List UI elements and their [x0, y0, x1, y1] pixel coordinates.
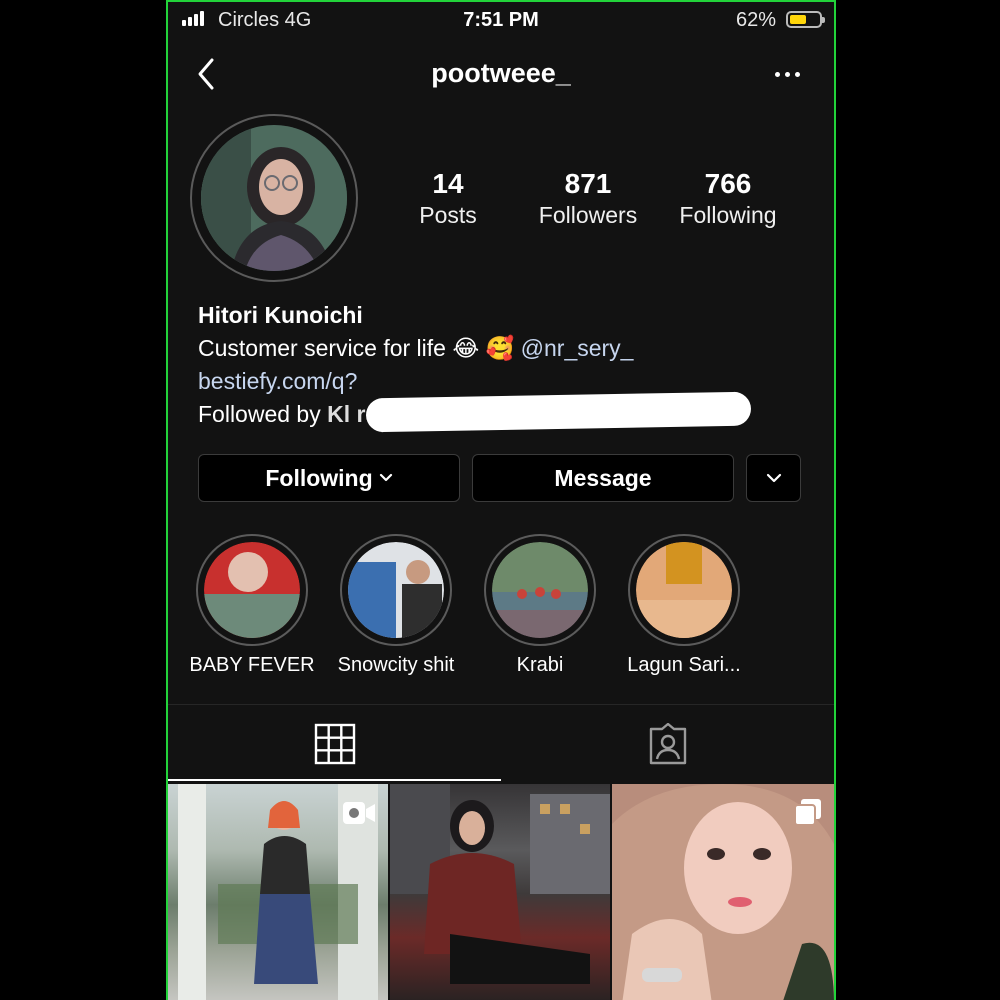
- highlight-ring: [628, 534, 740, 646]
- post-thumbnail[interactable]: [612, 784, 834, 1000]
- following-label: Following: [679, 202, 777, 228]
- following-stat[interactable]: 766 Following: [658, 168, 798, 229]
- display-name: Hitori Kunoichi: [198, 302, 363, 328]
- highlight-label: Snowcity shit: [337, 654, 455, 676]
- screenshot-stage: Circles 4G 7:51 PM 62% pootweee_ 14 Post…: [0, 0, 1000, 1000]
- carousel-icon: [794, 799, 821, 826]
- following-count: 766: [704, 168, 752, 199]
- highlight-ring: [340, 534, 452, 646]
- battery-icon: [786, 11, 825, 28]
- phone-screen: Circles 4G 7:51 PM 62% pootweee_ 14 Post…: [166, 0, 836, 1000]
- posts-count: 14: [432, 168, 464, 199]
- redaction-scribble: [365, 391, 752, 433]
- post-thumbnail[interactable]: [168, 784, 388, 1000]
- avatar-photo: [201, 125, 347, 271]
- avatar-ring[interactable]: [190, 114, 358, 282]
- grid-icon: [314, 723, 356, 765]
- message-button-label: Message: [554, 464, 652, 491]
- ellipsis-icon[interactable]: [775, 72, 800, 77]
- battery-level: [790, 15, 806, 24]
- followers-count: 871: [564, 168, 612, 199]
- highlight-snowcity[interactable]: Snowcity shit: [326, 534, 466, 677]
- profile-stats: 14 Posts 871 Followers 766 Following: [378, 168, 798, 238]
- highlight-label: BABY FEVER: [189, 654, 315, 676]
- suggested-accounts-button[interactable]: [746, 454, 801, 502]
- avatar: [201, 125, 347, 271]
- highlight-label: Lagun Sari...: [627, 654, 741, 676]
- highlight-cover: [636, 542, 732, 638]
- battery-percent: 62%: [735, 9, 776, 31]
- posts-label: Posts: [419, 202, 477, 228]
- chevron-down-icon: [766, 473, 781, 483]
- tab-posts-grid[interactable]: [168, 705, 501, 781]
- chevron-down-icon: [379, 473, 392, 482]
- followers-stat[interactable]: 871 Followers: [518, 168, 658, 229]
- bio-text: Customer service for life 😂 🥰 @nr_sery_: [198, 335, 818, 362]
- highlight-cover: [348, 542, 444, 638]
- highlight-lagun-sari[interactable]: Lagun Sari...: [614, 534, 754, 677]
- highlight-baby-fever[interactable]: BABY FEVER: [182, 534, 322, 677]
- post-thumbnail[interactable]: [390, 784, 610, 1000]
- highlight-label: Krabi: [516, 654, 564, 676]
- profile-bio: Hitori Kunoichi Customer service for lif…: [198, 302, 818, 433]
- highlight-krabi[interactable]: Krabi: [470, 534, 610, 677]
- bio-mention[interactable]: @nr_sery_: [521, 335, 634, 361]
- highlight-cover: [204, 542, 300, 638]
- profile-username: pootweee_: [431, 58, 571, 88]
- posts-stat[interactable]: 14 Posts: [378, 168, 518, 229]
- followers-label: Followers: [538, 202, 638, 228]
- bio-website-link[interactable]: bestiefy.com/q?: [198, 368, 818, 395]
- post-photo: [390, 784, 610, 984]
- highlight-ring: [196, 534, 308, 646]
- profile-header: pootweee_: [168, 46, 834, 106]
- followed-by-line[interactable]: Followed by Kl rs: [198, 391, 818, 433]
- highlight-cover: [492, 542, 588, 638]
- message-button[interactable]: Message: [472, 454, 734, 502]
- highlight-ring: [484, 534, 596, 646]
- tagged-person-icon: [649, 723, 687, 765]
- followed-by-prefix: Followed by: [198, 401, 321, 427]
- video-icon: [343, 802, 375, 824]
- bio-description: Customer service for life 😂 🥰: [198, 335, 515, 361]
- clock: 7:51 PM: [463, 9, 539, 31]
- following-button[interactable]: Following: [198, 454, 460, 502]
- status-bar: Circles 4G 7:51 PM 62%: [168, 2, 834, 38]
- following-button-label: Following: [265, 464, 373, 491]
- tab-tagged[interactable]: [501, 705, 834, 781]
